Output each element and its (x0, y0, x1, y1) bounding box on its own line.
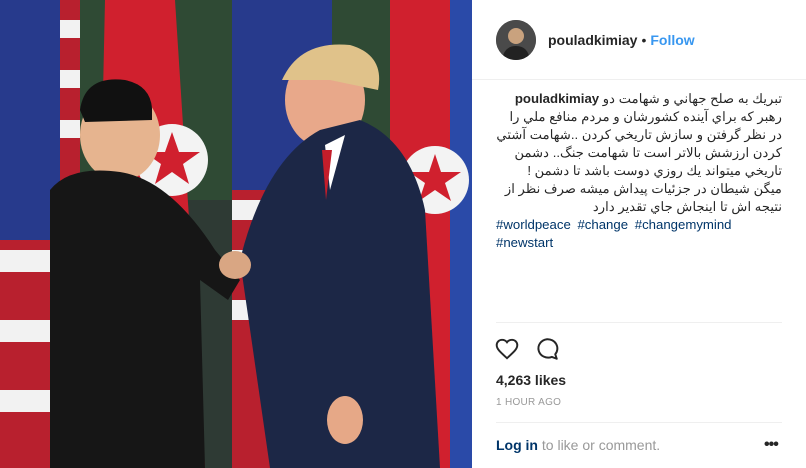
speech-bubble-icon[interactable] (534, 336, 560, 362)
like-count[interactable]: 4,263 likes (496, 372, 566, 388)
login-prompt-text: to like or comment. (538, 437, 661, 453)
divider-bottom (496, 422, 782, 423)
photo-image (0, 0, 472, 468)
caption-text: تبريك به صلح جهاني و شهامت دو رهبر كه بر… (496, 91, 782, 214)
post-details: pouladkimiay • Follow pouladkimiay تبريك… (472, 0, 806, 468)
caption-username[interactable]: pouladkimiay (515, 91, 599, 106)
hashtag-change[interactable]: #change (577, 217, 628, 232)
avatar[interactable] (496, 19, 536, 60)
login-prompt: Log in to like or comment. (496, 437, 660, 453)
caption-text-block: pouladkimiay تبريك به صلح جهاني و شهامت … (496, 90, 782, 216)
heart-outline-icon[interactable] (494, 336, 520, 362)
post-header: pouladkimiay • Follow (472, 0, 806, 80)
hashtag-newstart[interactable]: #newstart (496, 235, 553, 250)
hashtags: #worldpeace #change #changemymind #newst… (496, 216, 782, 252)
separator-dot: • (641, 31, 647, 48)
caption: pouladkimiay تبريك به صلح جهاني و شهامت … (496, 90, 782, 252)
hashtag-worldpeace[interactable]: #worldpeace (496, 217, 571, 232)
username-link[interactable]: pouladkimiay (548, 32, 637, 48)
follow-button[interactable]: Follow (650, 32, 694, 48)
hashtag-changemymind[interactable]: #changemymind (635, 217, 732, 232)
ellipsis-icon[interactable]: ••• (764, 436, 779, 454)
post-photo[interactable] (0, 0, 472, 468)
action-bar (494, 336, 560, 362)
login-link[interactable]: Log in (496, 437, 538, 453)
divider (496, 322, 782, 323)
avatar-image (496, 19, 536, 60)
timestamp[interactable]: 1 HOUR AGO (496, 397, 561, 408)
